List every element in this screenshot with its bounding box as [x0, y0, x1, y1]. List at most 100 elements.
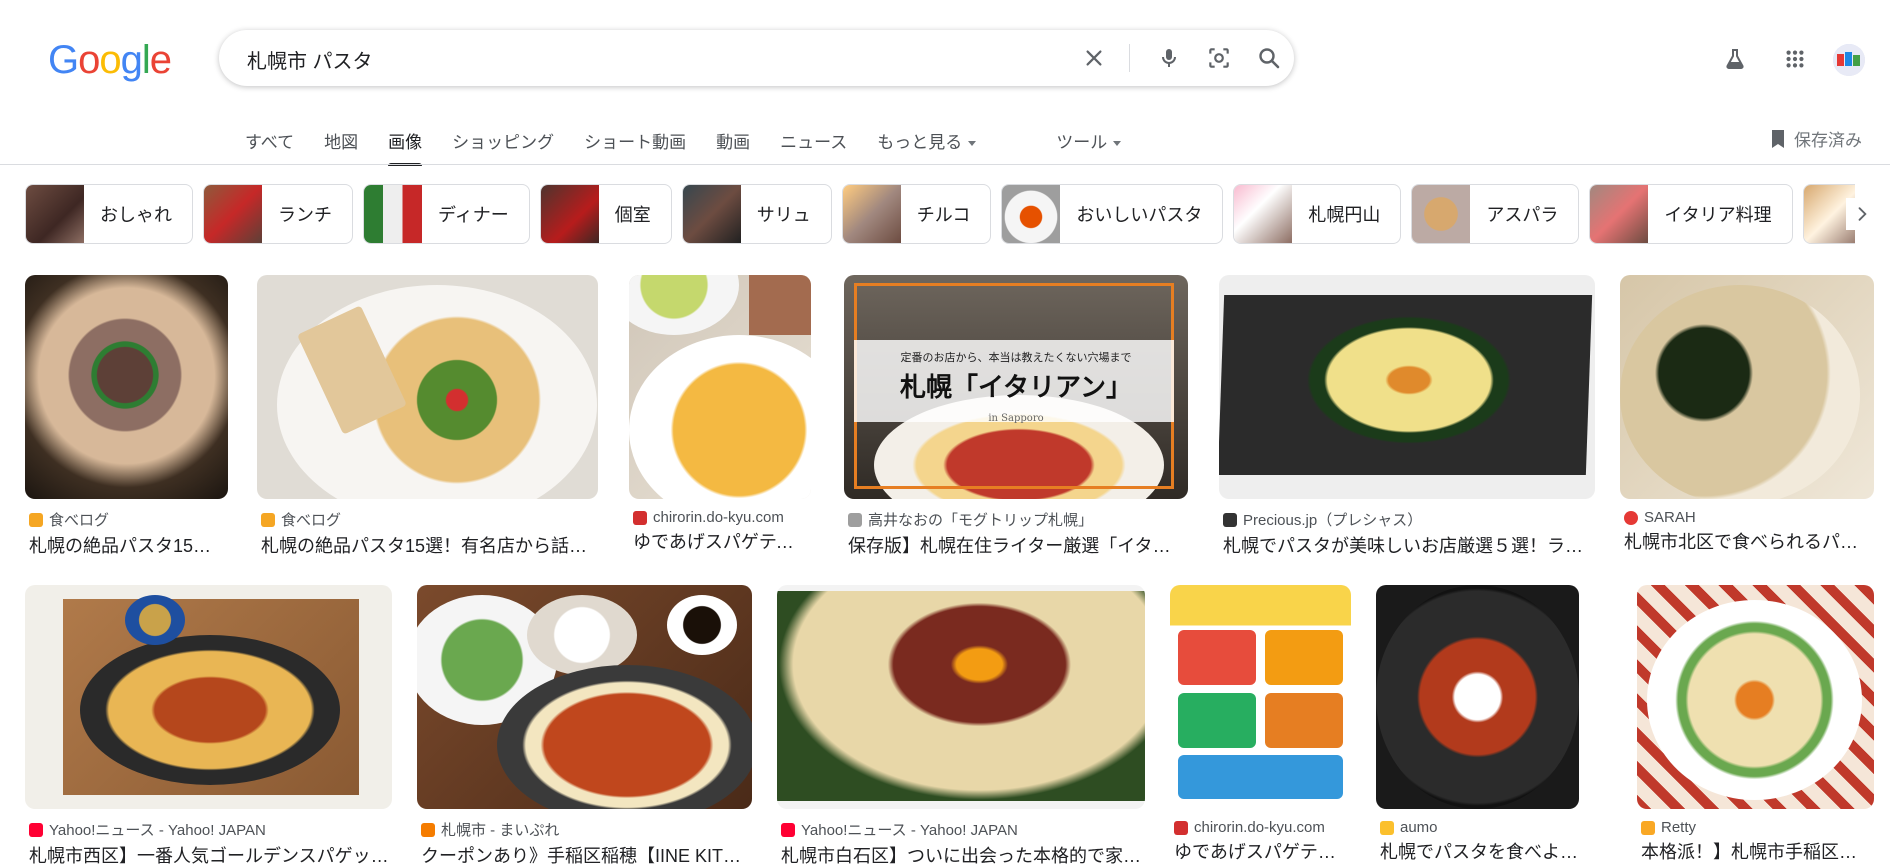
favicon	[848, 512, 862, 527]
overlay-heading: 札幌「イタリアン」	[900, 373, 1132, 403]
chip-oshare[interactable]: おしゃれ	[25, 184, 193, 244]
camera-lens-icon[interactable]	[1204, 43, 1234, 73]
apps-grid-icon[interactable]	[1780, 44, 1810, 74]
chip-thumbnail	[842, 185, 901, 243]
favicon	[1223, 512, 1237, 527]
chip-delicious-pasta[interactable]: おいしいパスタ	[1001, 184, 1224, 244]
image-result[interactable]: chirorin.do-kyu.com ゆであげスパゲテ…	[1170, 585, 1351, 864]
image-result[interactable]: Precious.jp（プレシャス） 札幌でパスタが美味しいお店厳選５選！ラ…	[1219, 275, 1595, 558]
image-result[interactable]: 定番のお店から、本当は教えたくない穴場まで 札幌「イタリアン」 in Sappo…	[844, 275, 1188, 558]
image-result[interactable]: Yahoo!ニュース - Yahoo! JAPAN 札幌市白石区】ついに出会った…	[777, 585, 1145, 868]
favicon	[1380, 820, 1394, 835]
result-image	[777, 585, 1145, 809]
logo-letter: o	[78, 38, 100, 82]
logo-letter: e	[149, 38, 172, 82]
result-title: ゆであげスパゲテ…	[1174, 842, 1336, 862]
flask-icon[interactable]	[1720, 44, 1750, 74]
image-result[interactable]: chirorin.do-kyu.com ゆであげスパゲティ…	[629, 275, 811, 554]
divider	[1129, 44, 1130, 72]
image-result[interactable]: SARAH 札幌市北区で食べられるパ…	[1620, 275, 1874, 554]
search-input[interactable]	[245, 40, 1049, 78]
tab-maps[interactable]: 地図	[324, 120, 358, 164]
tab-videos[interactable]: 動画	[716, 120, 750, 164]
avatar[interactable]	[1833, 44, 1865, 76]
tab-news[interactable]: ニュース	[780, 120, 847, 164]
favicon	[1641, 820, 1655, 835]
tab-more[interactable]: もっと見る	[877, 120, 977, 164]
microphone-icon[interactable]	[1154, 43, 1184, 73]
result-source: Yahoo!ニュース - Yahoo! JAPAN	[777, 819, 1145, 840]
logo-letter: l	[141, 38, 151, 82]
result-image	[1376, 585, 1579, 809]
tab-tools[interactable]: ツール	[1056, 120, 1122, 164]
search-icon[interactable]	[1254, 43, 1284, 73]
result-title: 保存版】札幌在住ライター厳選「イタリ…	[848, 536, 1188, 556]
favicon	[781, 822, 795, 837]
tab-label: ショート動画	[584, 133, 687, 152]
chip-private-room[interactable]: 個室	[539, 184, 672, 244]
tab-label: 地図	[324, 133, 359, 152]
chip-label: アスパラ	[1486, 205, 1559, 225]
result-image	[25, 585, 392, 809]
image-result[interactable]: Yahoo!ニュース - Yahoo! JAPAN 札幌市西区】一番人気ゴールデ…	[25, 585, 392, 868]
caret-down-icon	[1113, 141, 1122, 147]
close-icon[interactable]	[1079, 43, 1109, 73]
tab-all[interactable]: すべて	[245, 120, 294, 164]
tab-short-videos[interactable]: ショート動画	[584, 120, 686, 164]
chip-dinner[interactable]: ディナー	[363, 184, 530, 244]
chip-label: 札幌円山	[1308, 205, 1381, 225]
result-title: クーポンあり》手稲区稲穂【IINE KIT…	[421, 846, 742, 866]
image-result[interactable]: aumo 札幌でパスタを食べよう♪…	[1376, 585, 1579, 864]
result-title: 札幌でパスタを食べよう♪…	[1380, 842, 1579, 862]
chip-label: ランチ	[278, 205, 332, 225]
tab-shopping[interactable]: ショッピング	[452, 120, 554, 164]
tab-label: ツール	[1056, 133, 1108, 152]
chip-chiruko[interactable]: チルコ	[841, 184, 992, 244]
result-image	[25, 275, 228, 499]
image-result[interactable]: 食べログ 札幌の絶品パスタ15選！有名店から話…	[257, 275, 598, 558]
chip-italian-cuisine[interactable]: イタリア料理	[1589, 184, 1793, 244]
result-title: 札幌の絶品パスタ15選！有名店から話…	[261, 536, 588, 556]
result-source: 高井なおの「モグトリップ札幌」	[844, 509, 1188, 530]
result-source: Retty	[1637, 819, 1874, 836]
result-source: SARAH	[1620, 509, 1874, 526]
google-logo[interactable]: Google	[48, 38, 172, 82]
favicon	[29, 512, 43, 527]
result-source: Yahoo!ニュース - Yahoo! JAPAN	[25, 819, 392, 840]
saved-link[interactable]: 保存済み	[1770, 126, 1862, 151]
chip-sapporo-maruyama[interactable]: 札幌円山	[1233, 184, 1402, 244]
image-result[interactable]: Retty 本格派！】札幌市手稲区…	[1637, 585, 1874, 864]
chip-thumbnail	[540, 185, 599, 243]
chip-thumbnail	[682, 185, 741, 243]
chip-label: チルコ	[916, 205, 971, 225]
result-source: 食べログ	[257, 509, 598, 530]
result-source: aumo	[1376, 819, 1579, 836]
tab-label: ニュース	[780, 133, 848, 152]
result-image	[1219, 275, 1595, 499]
result-source: chirorin.do-kyu.com	[1170, 819, 1351, 836]
chip-asparagus[interactable]: アスパラ	[1411, 184, 1580, 244]
saved-label: 保存済み	[1794, 131, 1862, 150]
chip-thumbnail	[1002, 185, 1061, 243]
logo-letter: o	[99, 38, 121, 82]
tab-images[interactable]: 画像	[388, 120, 423, 166]
tab-label: ショッピング	[452, 133, 555, 152]
related-search-chips: おしゃれ ランチ ディナー 個室 サリュ チルコ おいしいパスタ 札幌円山 アス…	[25, 184, 1855, 244]
chip-thumbnail	[204, 185, 262, 243]
image-result[interactable]: 食べログ 札幌の絶品パスタ15…	[25, 275, 229, 558]
result-source: 食べログ	[25, 509, 229, 530]
chip-thumbnail	[1234, 185, 1293, 243]
overlay-caption: 定番のお店から、本当は教えたくない穴場まで	[900, 351, 1132, 364]
chip-lunch[interactable]: ランチ	[203, 184, 353, 244]
bookmark-icon	[1772, 129, 1784, 148]
chip-saryu[interactable]: サリュ	[681, 184, 832, 244]
chevron-right-icon[interactable]	[1846, 198, 1878, 230]
chip-label: サリュ	[756, 205, 811, 225]
caret-down-icon	[968, 141, 977, 147]
chip-label: イタリア料理	[1664, 205, 1772, 225]
image-result[interactable]: 札幌市 - まいぷれ クーポンあり》手稲区稲穂【IINE KIT…	[417, 585, 752, 868]
logo-letter: G	[48, 38, 79, 82]
result-title: 札幌市西区】一番人気ゴールデンスパゲッ…	[29, 846, 389, 866]
favicon	[261, 512, 275, 527]
chip-thumbnail	[364, 185, 422, 243]
